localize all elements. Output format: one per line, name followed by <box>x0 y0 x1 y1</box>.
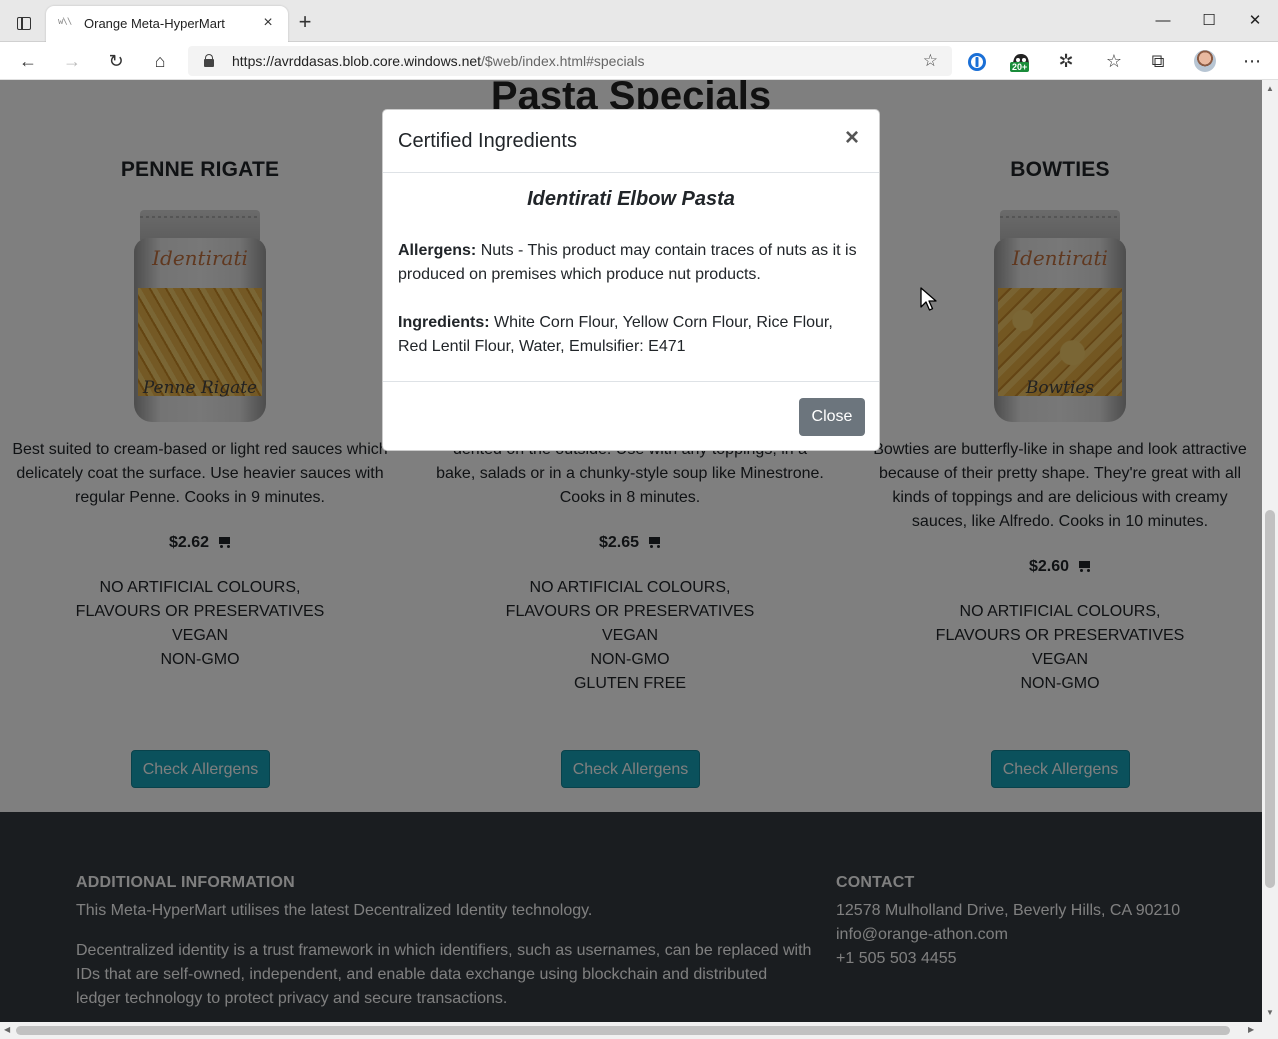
minimize-icon[interactable]: — <box>1148 8 1178 34</box>
scroll-left-icon[interactable]: ◀ <box>4 1025 10 1034</box>
tab-bar: w\\ Orange Meta-HyperMart × + — ☐ ✕ <box>0 0 1278 42</box>
scroll-right-icon[interactable]: ▶ <box>1248 1025 1254 1034</box>
modal-header: Certified Ingredients × <box>383 110 879 173</box>
horizontal-scroll-thumb[interactable] <box>16 1026 1230 1035</box>
scroll-up-icon[interactable]: ▲ <box>1266 84 1274 93</box>
extensions-puzzle-icon[interactable]: ✲ <box>1052 47 1080 75</box>
modal-footer <box>383 381 879 382</box>
tab-title: Orange Meta-HyperMart <box>84 16 225 31</box>
more-menu-icon[interactable]: ⋯ <box>1238 47 1266 75</box>
vertical-scrollbar[interactable]: ▲ ▼ <box>1262 80 1278 1022</box>
extension-badge-icon[interactable]: 20+ <box>1010 51 1034 73</box>
refresh-icon[interactable]: ↻ <box>102 47 130 75</box>
tab-actions-icon[interactable] <box>12 12 36 36</box>
window-close-icon[interactable]: ✕ <box>1240 8 1270 34</box>
modal-title: Certified Ingredients <box>398 130 577 152</box>
new-tab-icon[interactable]: + <box>294 11 316 34</box>
tab-close-icon[interactable]: × <box>260 14 276 32</box>
home-icon[interactable]: ⌂ <box>146 47 174 75</box>
lock-icon[interactable] <box>204 54 214 67</box>
ingredients-info: Ingredients: White Corn Flour, Yellow Co… <box>398 314 833 355</box>
certified-ingredients-modal: Certified Ingredients × Identirati Elbow… <box>382 109 880 451</box>
forward-icon[interactable]: → <box>58 47 86 75</box>
back-icon[interactable]: ← <box>14 47 42 75</box>
site-favicon-icon: w\\ <box>58 17 72 27</box>
maximize-icon[interactable]: ☐ <box>1194 8 1224 34</box>
modal-product-name: Identirati Elbow Pasta <box>527 188 735 210</box>
scrollbar-corner <box>1262 1022 1278 1039</box>
modal-close-icon[interactable]: × <box>845 126 859 150</box>
browser-tab[interactable]: w\\ Orange Meta-HyperMart × <box>46 6 288 42</box>
close-button[interactable]: Close <box>799 398 865 436</box>
password-manager-icon[interactable] <box>966 51 988 73</box>
page-viewport: Pasta Specials PENNE RIGATE Identirati P… <box>0 80 1262 1022</box>
mouse-cursor-icon <box>920 287 937 311</box>
scroll-down-icon[interactable]: ▼ <box>1266 1008 1274 1017</box>
vertical-scroll-thumb[interactable] <box>1265 510 1275 888</box>
collections-icon[interactable]: ⧉ <box>1144 47 1172 75</box>
modal-body: Identirati Elbow Pasta Allergens: Nuts -… <box>398 188 864 383</box>
horizontal-scrollbar[interactable]: ◀ ▶ <box>0 1022 1262 1039</box>
browser-window: w\\ Orange Meta-HyperMart × + — ☐ ✕ ← → … <box>0 0 1278 1039</box>
url-text[interactable]: https://avrddasas.blob.core.windows.net/… <box>232 53 644 69</box>
add-favorite-icon[interactable]: ☆ <box>923 51 938 71</box>
browser-toolbar: ← → ↻ ⌂ https://avrddasas.blob.core.wind… <box>0 42 1278 80</box>
address-bar[interactable]: https://avrddasas.blob.core.windows.net/… <box>188 46 952 76</box>
profile-avatar[interactable] <box>1194 50 1216 72</box>
favorites-icon[interactable]: ☆ <box>1100 47 1128 75</box>
allergens-info: Allergens: Nuts - This product may conta… <box>398 242 857 283</box>
